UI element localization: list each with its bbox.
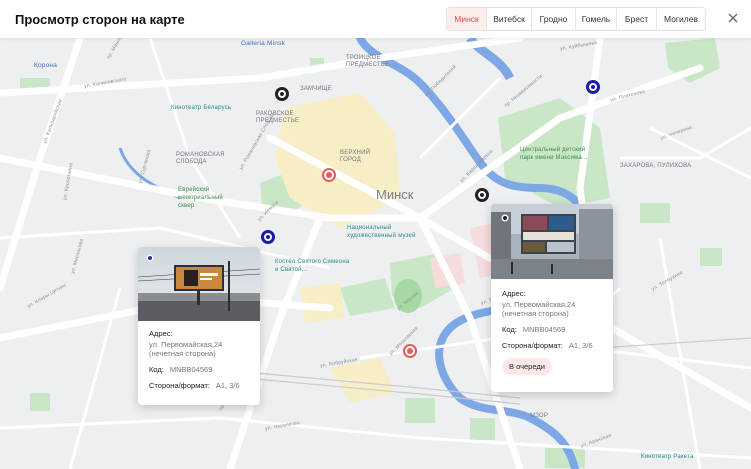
map-marker-icon[interactable] — [261, 230, 275, 244]
city-tabs: Минск Витебск Гродно Гомель Брест Могиле… — [446, 7, 706, 31]
tab-mogilev[interactable]: Могилев — [657, 8, 705, 30]
side-format-value: A1, 3/6 — [215, 381, 240, 390]
address-value: ул. Первомайская,24 (нечетная сторона) — [502, 300, 576, 318]
place-label: Еврейский мемориальный сквер — [178, 187, 223, 209]
map-marker-icon[interactable] — [322, 168, 336, 182]
page-title: Просмотр сторон на карте — [15, 11, 185, 27]
tab-minsk[interactable]: Минск — [447, 8, 487, 30]
billboard-card[interactable]: Адрес: ул. Первомайская,24 (нечетная сто… — [491, 204, 613, 392]
close-icon[interactable] — [726, 11, 740, 25]
side-format-value: A1, 3/6 — [568, 341, 593, 350]
place-label: Galleria Minsk — [241, 40, 285, 47]
map-marker-icon[interactable] — [275, 87, 289, 101]
tab-brest[interactable]: Брест — [617, 8, 657, 30]
address-label: Адрес: — [502, 289, 526, 298]
billboard-photo — [491, 204, 613, 279]
code-value: MNBB04569 — [169, 365, 213, 374]
address-label: Адрес: — [149, 329, 173, 338]
place-label: Кинотеатр Беларусь — [171, 105, 232, 111]
map-marker-icon[interactable] — [475, 188, 489, 202]
district-label: Троицкое предместье — [346, 55, 390, 68]
side-format-label: Сторона/формат: — [502, 341, 563, 350]
place-label: Национальный художественный музей — [347, 225, 416, 239]
code-label: Код: — [502, 325, 517, 334]
code-value: MNBB04569 — [522, 325, 566, 334]
district-label: Романовская слобода — [176, 152, 225, 165]
district-label: Замчище — [300, 86, 332, 92]
map-background — [0, 38, 751, 469]
side-format-label: Сторона/формат: — [149, 381, 210, 390]
map-marker-icon[interactable] — [586, 80, 600, 94]
place-label: Костёл Святого Симеона и Святой... — [275, 259, 350, 273]
map-canvas[interactable]: Galleria Minsk Корона Кинотеатр Беларусь… — [0, 38, 751, 469]
place-label: МЗОР — [530, 413, 549, 419]
address-value: ул. Первомайская,24 (нечетная сторона) — [149, 340, 223, 358]
map-marker-icon[interactable] — [403, 344, 417, 358]
billboard-card[interactable]: Адрес: ул. Первомайская,24 (нечетная сто… — [138, 247, 260, 405]
tab-grodno[interactable]: Гродно — [532, 8, 576, 30]
billboard-photo — [138, 247, 260, 321]
tab-gomel[interactable]: Гомель — [576, 8, 617, 30]
status-badge: В очереди — [502, 358, 552, 375]
city-label: Минск — [376, 187, 414, 202]
district-label: Верхний город — [340, 150, 371, 163]
place-label: Корона — [34, 62, 58, 69]
place-label: Центральный детский парк имени Максима..… — [520, 147, 588, 161]
place-label: Кинотеатр Ракета — [641, 454, 694, 460]
code-label: Код: — [149, 365, 164, 374]
district-label: Захарова, Пулихова — [620, 163, 692, 169]
tab-vitebsk[interactable]: Витебск — [487, 8, 532, 30]
